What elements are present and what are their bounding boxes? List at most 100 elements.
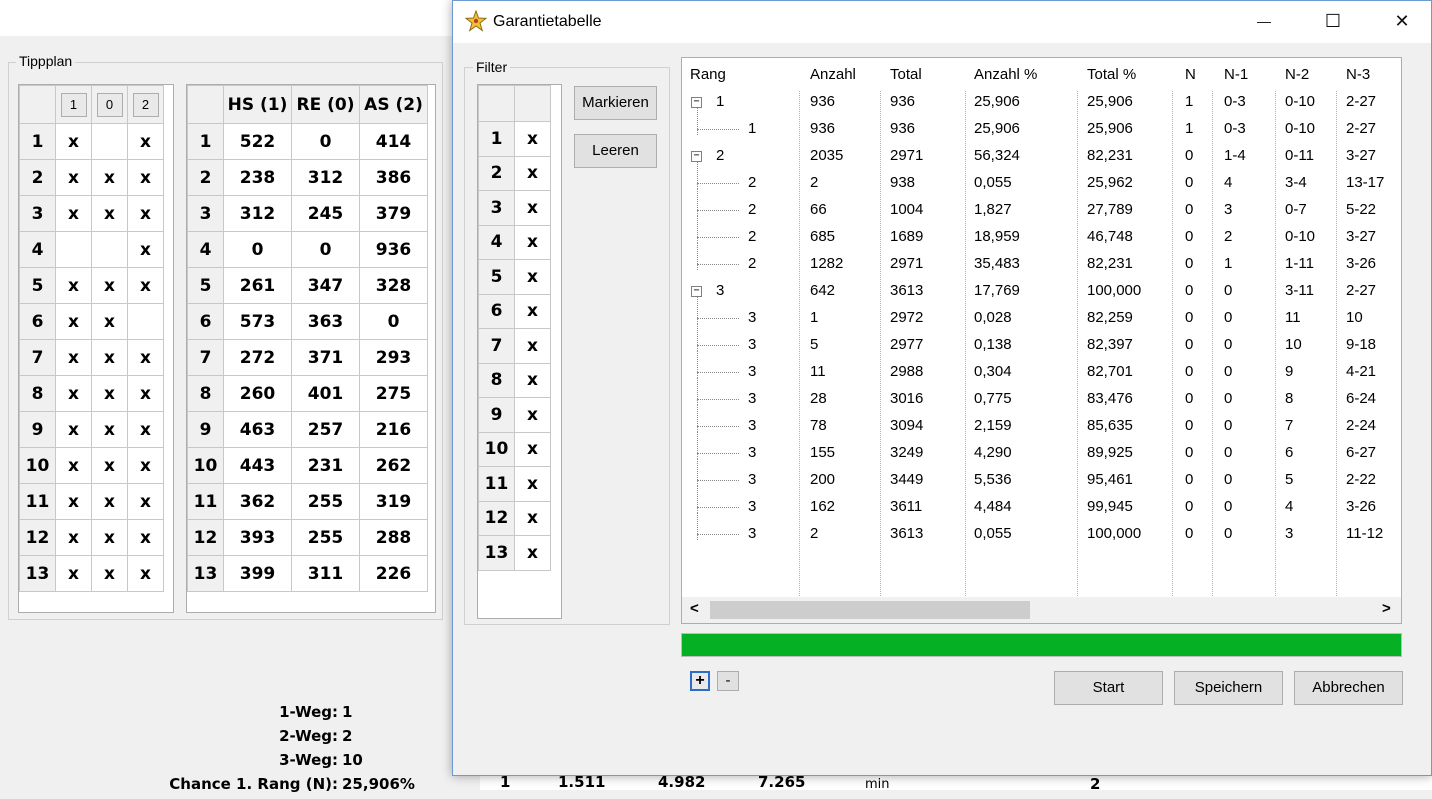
filter-cell[interactable]: x [514, 259, 551, 295]
tipp-cell-1[interactable] [55, 231, 92, 268]
scrollbar-thumb[interactable] [710, 601, 1030, 619]
tipp-cell-2[interactable]: x [127, 267, 164, 304]
tipp-cell-0[interactable]: x [91, 447, 128, 484]
stats-cell-re: 255 [291, 519, 360, 556]
tipp-cell-1[interactable]: x [55, 159, 92, 196]
tipp-cell-0[interactable]: x [91, 375, 128, 412]
filter-cell[interactable]: x [514, 431, 551, 467]
garantie-tree-table[interactable]: Rang Anzahl Total Anzahl % Total % N N-1 N-2 N-3… [681, 57, 1402, 624]
filter-cell[interactable]: x [514, 466, 551, 502]
filter-cell[interactable]: x [514, 328, 551, 364]
tipp-cell-0[interactable]: x [91, 195, 128, 232]
stats-cell-hs: 261 [223, 267, 292, 304]
collapse-all-button[interactable]: - [717, 671, 739, 691]
collapse-node-icon[interactable]: − [691, 97, 702, 108]
tree-column-header[interactable]: N-2 [1285, 66, 1309, 83]
collapse-node-icon[interactable]: − [691, 151, 702, 162]
tipp-cell-2[interactable]: x [127, 339, 164, 376]
tipp-cell-1[interactable]: x [55, 555, 92, 592]
tipp-cell-2[interactable]: x [127, 231, 164, 268]
tipp-cell-0[interactable]: x [91, 339, 128, 376]
scroll-left-button[interactable]: < [690, 600, 699, 617]
tipp-cell-0[interactable] [91, 123, 128, 160]
stats-cell-as: 293 [359, 339, 428, 376]
tree-column-header[interactable]: Anzahl % [974, 66, 1037, 83]
tipp-cell-0[interactable]: x [91, 519, 128, 556]
tipp-cell-1[interactable]: x [55, 447, 92, 484]
filter-cell[interactable]: x [514, 293, 551, 329]
tipp-cell-0[interactable]: x [91, 555, 128, 592]
tipp-cell-1[interactable]: x [55, 519, 92, 556]
tipp-cell-2[interactable]: x [127, 195, 164, 232]
tipp-cell-2[interactable]: x [127, 375, 164, 412]
tipp-cell-2[interactable]: x [127, 447, 164, 484]
start-button[interactable]: Start [1054, 671, 1163, 705]
tipp-cell-2[interactable]: x [127, 123, 164, 160]
tipp-cell-1[interactable]: x [55, 411, 92, 448]
tippplan-row: 13 x x x [19, 555, 164, 592]
tree-connector-line [697, 318, 739, 319]
dialog-titlebar[interactable]: Garantietabelle — ☐ ✕ [453, 1, 1431, 43]
tree-column-header[interactable]: Rang [690, 66, 726, 83]
leeren-button[interactable]: Leeren [574, 134, 657, 168]
tipp-cell-1[interactable]: x [55, 375, 92, 412]
tipp-cell-1[interactable]: x [55, 303, 92, 340]
filter-cell[interactable]: x [514, 121, 551, 157]
tipp-cell-2[interactable]: x [127, 555, 164, 592]
tipp-cell-1[interactable]: x [55, 195, 92, 232]
filter-cell[interactable]: x [514, 224, 551, 260]
tipp-cell-2[interactable]: x [127, 159, 164, 196]
stats-header-re[interactable]: RE (0) [291, 85, 360, 124]
tipp-cell-2[interactable]: x [127, 519, 164, 556]
tipp-cell-0[interactable]: x [91, 411, 128, 448]
filter-row: 5x [478, 259, 551, 295]
scroll-right-button[interactable]: > [1382, 600, 1391, 617]
tipp-cell-0[interactable]: x [91, 303, 128, 340]
tipp-cell-0[interactable]: x [91, 267, 128, 304]
tree-cell-total: 1004 [890, 201, 924, 218]
tree-column-header[interactable]: Total [890, 66, 922, 83]
tree-column-header[interactable]: N [1185, 66, 1196, 83]
close-button[interactable]: ✕ [1379, 1, 1425, 43]
abbrechen-button[interactable]: Abbrechen [1294, 671, 1403, 705]
maximize-button[interactable]: ☐ [1310, 1, 1356, 43]
filter-cell[interactable]: x [514, 535, 551, 571]
tipp-cell-1[interactable]: x [55, 483, 92, 520]
expand-all-button[interactable]: + [690, 671, 710, 691]
tipp-cell-1[interactable]: x [55, 123, 92, 160]
header-button-0[interactable]: 0 [96, 92, 123, 117]
tipp-cell-2[interactable]: x [127, 411, 164, 448]
tree-connector-line [697, 324, 698, 351]
tree-column-header[interactable]: Total % [1087, 66, 1136, 83]
filter-cell[interactable]: x [514, 190, 551, 226]
markieren-button[interactable]: Markieren [574, 86, 657, 120]
collapse-node-icon[interactable]: − [691, 286, 702, 297]
tipp-cell-0[interactable]: x [91, 483, 128, 520]
header-button-1[interactable]: 1 [60, 92, 87, 117]
stats-cell-hs: 393 [223, 519, 292, 556]
tree-column-header[interactable]: N-3 [1346, 66, 1370, 83]
tree-connector-line [697, 378, 698, 405]
speichern-button[interactable]: Speichern [1174, 671, 1283, 705]
tipp-cell-1[interactable]: x [55, 267, 92, 304]
tippplan-row: 12 x x x [19, 519, 164, 556]
tipp-cell-1[interactable]: x [55, 339, 92, 376]
filter-cell[interactable]: x [514, 397, 551, 433]
tree-column-header[interactable]: N-1 [1224, 66, 1248, 83]
filter-cell[interactable]: x [514, 362, 551, 398]
stats-header-hs[interactable]: HS (1) [223, 85, 292, 124]
stats-header-as[interactable]: AS (2) [359, 85, 428, 124]
filter-row-number: 13 [478, 535, 515, 571]
tree-cell-anzahl-pct: 2,159 [974, 417, 1012, 434]
tipp-cell-0[interactable]: x [91, 159, 128, 196]
filter-cell[interactable]: x [514, 155, 551, 191]
filter-cell[interactable]: x [514, 500, 551, 536]
minimize-button[interactable]: — [1241, 1, 1287, 43]
tree-column-header[interactable]: Anzahl [810, 66, 856, 83]
tipp-cell-2[interactable]: x [127, 483, 164, 520]
summary-value: 10 [342, 751, 363, 769]
tipp-cell-0[interactable] [91, 231, 128, 268]
header-button-2[interactable]: 2 [132, 92, 159, 117]
tipp-cell-2[interactable] [127, 303, 164, 340]
horizontal-scrollbar[interactable]: < > [682, 597, 1401, 623]
